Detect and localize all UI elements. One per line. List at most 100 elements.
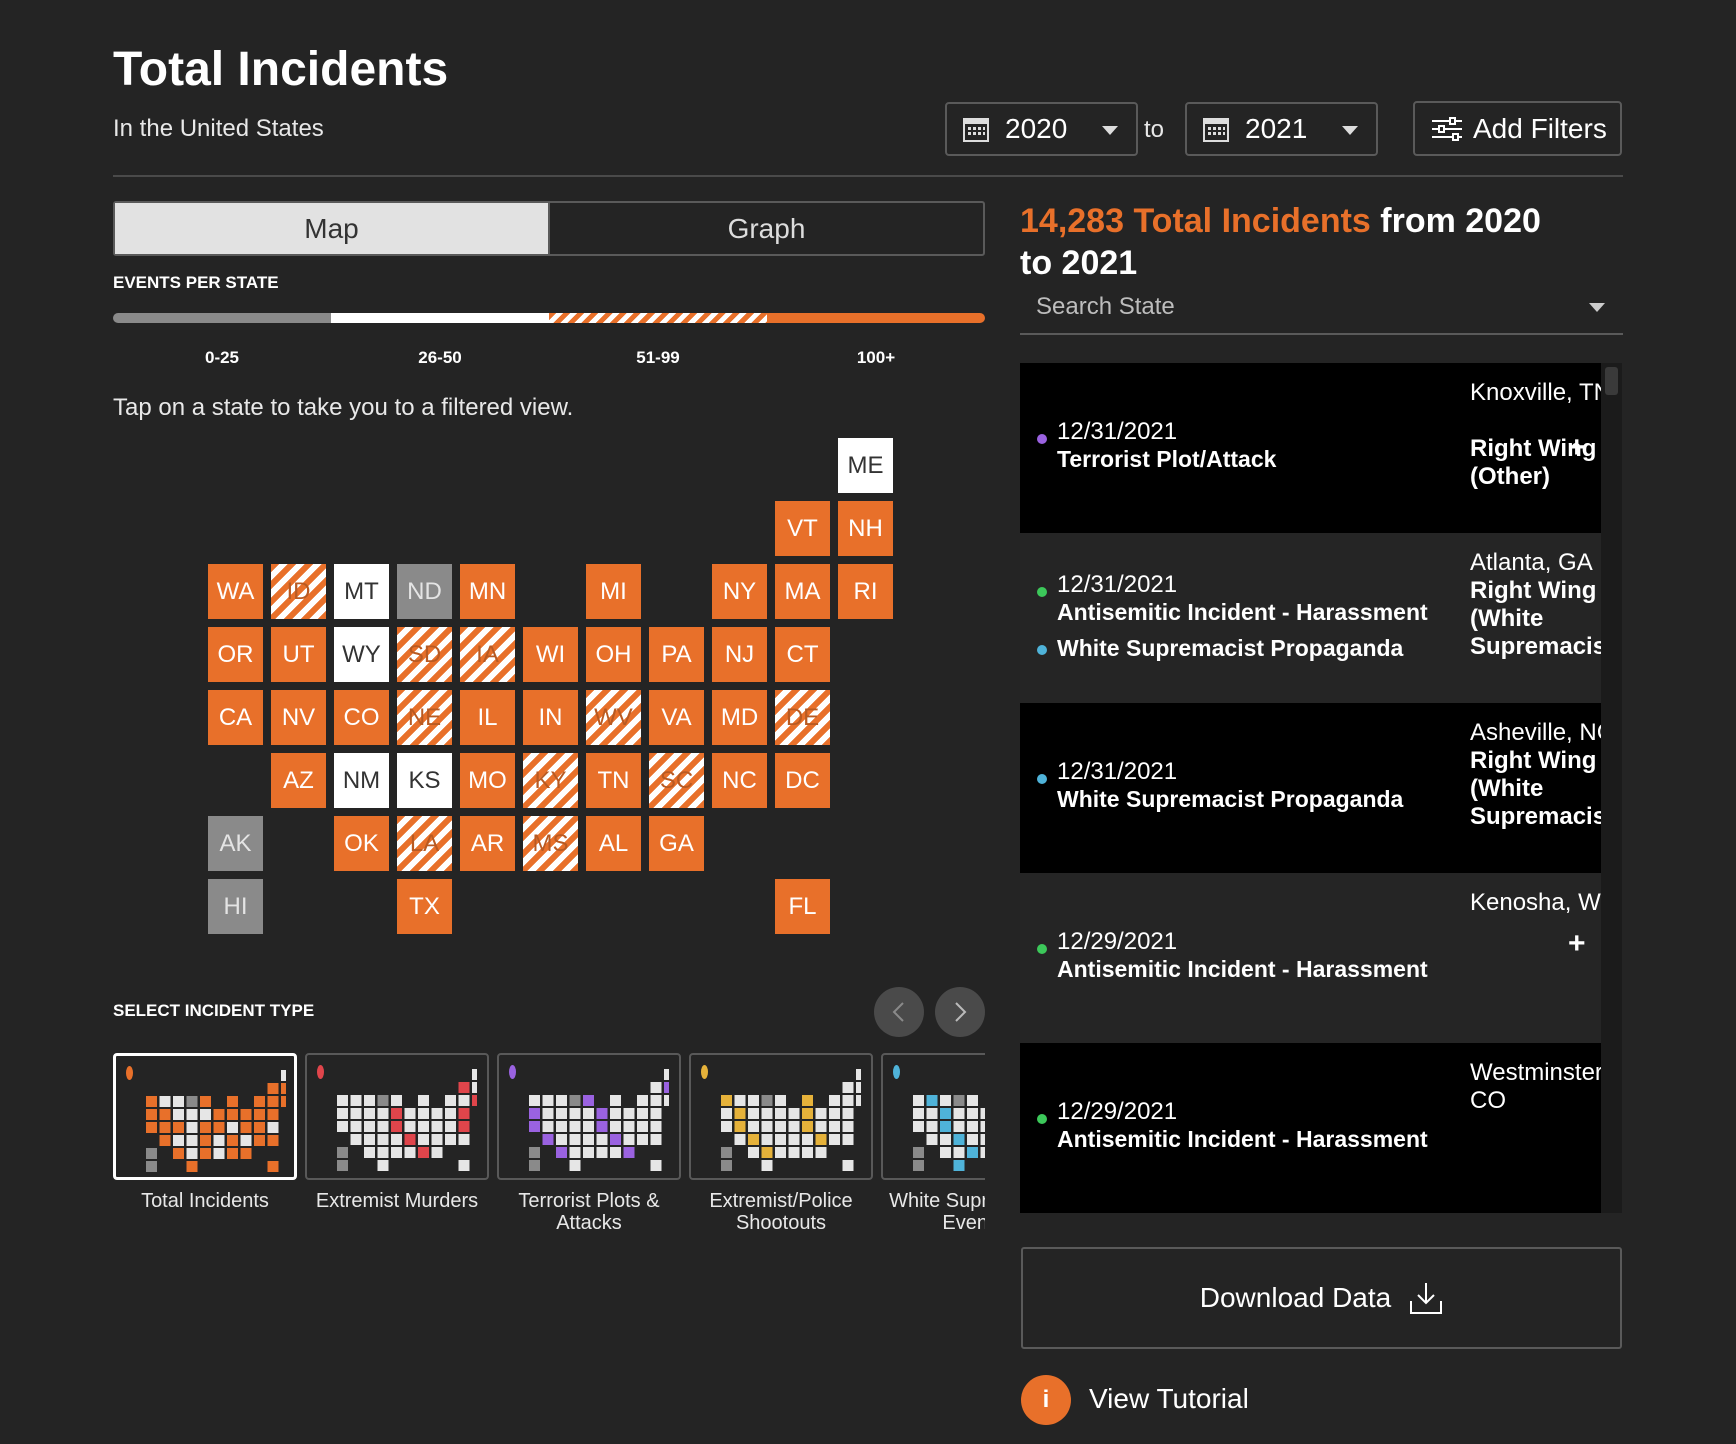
state-tile-wa[interactable]: WA — [208, 564, 263, 619]
type-color-dot — [509, 1065, 516, 1079]
summary-count: 14,283 Total Incidents — [1020, 202, 1371, 240]
state-tile-co[interactable]: CO — [334, 690, 389, 745]
incident-type-card[interactable] — [881, 1053, 985, 1180]
state-tile-ne[interactable]: NE — [397, 690, 452, 745]
state-tile-nm[interactable]: NM — [334, 753, 389, 808]
state-tile-wi[interactable]: WI — [523, 627, 578, 682]
expand-plus-icon[interactable]: + — [1568, 927, 1586, 961]
legend-swatch-100-plus — [767, 313, 985, 323]
incident-type-card[interactable] — [497, 1053, 681, 1180]
state-tile-nc[interactable]: NC — [712, 753, 767, 808]
type-color-dot — [701, 1065, 708, 1079]
chevron-left-icon — [892, 1002, 904, 1022]
state-tile-oh[interactable]: OH — [586, 627, 641, 682]
state-tile-nd[interactable]: ND — [397, 564, 452, 619]
state-tile-ri[interactable]: RI — [838, 564, 893, 619]
download-data-button[interactable]: Download Data — [1021, 1247, 1622, 1349]
list-item[interactable]: 12/31/2021 Terrorist Plot/Attack Knoxville… — [1020, 363, 1601, 533]
state-tile-az[interactable]: AZ — [271, 753, 326, 808]
state-tile-de[interactable]: DE — [775, 690, 830, 745]
state-tile-va[interactable]: VA — [649, 690, 704, 745]
mini-map-thumbnail — [913, 1095, 985, 1171]
map-hint: Tap on a state to take you to a filtered… — [113, 394, 574, 421]
state-tile-tx[interactable]: TX — [397, 879, 452, 934]
chevron-down-icon — [1342, 126, 1358, 135]
carousel-next-button[interactable] — [935, 987, 985, 1037]
state-tile-ct[interactable]: CT — [775, 627, 830, 682]
state-tile-nv[interactable]: NV — [271, 690, 326, 745]
incident-type-label[interactable]: Extremist Murders — [305, 1190, 489, 1212]
state-tile-ut[interactable]: UT — [271, 627, 326, 682]
state-tile-or[interactable]: OR — [208, 627, 263, 682]
page-subtitle: In the United States — [113, 115, 324, 142]
state-tile-sc[interactable]: SC — [649, 753, 704, 808]
incident-type-label[interactable]: Terrorist Plots & Attacks — [497, 1190, 681, 1234]
list-item[interactable]: 12/29/2021 Antisemitic Incident - Harassm… — [1020, 873, 1601, 1043]
state-tile-in[interactable]: IN — [523, 690, 578, 745]
incident-type-dot — [1037, 645, 1047, 655]
from-year-select[interactable]: 2020 — [945, 102, 1138, 156]
state-tile-mn[interactable]: MN — [460, 564, 515, 619]
state-tile-ms[interactable]: MS — [523, 816, 578, 871]
info-icon[interactable]: i — [1021, 1375, 1071, 1425]
state-tile-ak[interactable]: AK — [208, 816, 263, 871]
state-tile-tn[interactable]: TN — [586, 753, 641, 808]
state-tile-ia[interactable]: IA — [460, 627, 515, 682]
state-tile-nh[interactable]: NH — [838, 501, 893, 556]
state-tile-ar[interactable]: AR — [460, 816, 515, 871]
state-tile-ga[interactable]: GA — [649, 816, 704, 871]
incident-type-dot — [1037, 774, 1047, 784]
state-tile-mt[interactable]: MT — [334, 564, 389, 619]
incident-ideology: Right Wing (White Supremacist) — [1470, 577, 1601, 660]
add-filters-button[interactable]: Add Filters — [1413, 101, 1622, 156]
state-tile-al[interactable]: AL — [586, 816, 641, 871]
state-tile-wv[interactable]: WV — [586, 690, 641, 745]
state-tile-ks[interactable]: KS — [397, 753, 452, 808]
incident-type-card[interactable] — [689, 1053, 873, 1180]
state-tile-sd[interactable]: SD — [397, 627, 452, 682]
state-tile-wy[interactable]: WY — [334, 627, 389, 682]
tab-map[interactable]: Map — [115, 203, 548, 254]
carousel-prev-button[interactable] — [874, 987, 924, 1037]
state-tile-il[interactable]: IL — [460, 690, 515, 745]
view-toggle: Map Graph — [113, 201, 985, 256]
state-tile-la[interactable]: LA — [397, 816, 452, 871]
list-item[interactable]: 12/31/2021 White Supremacist Propaganda As… — [1020, 703, 1601, 873]
state-tile-hi[interactable]: HI — [208, 879, 263, 934]
state-tile-md[interactable]: MD — [712, 690, 767, 745]
state-tile-mi[interactable]: MI — [586, 564, 641, 619]
view-tutorial-link[interactable]: View Tutorial — [1089, 1383, 1249, 1415]
search-state-placeholder: Search State — [1036, 293, 1175, 320]
list-scrollbar[interactable] — [1601, 363, 1622, 1213]
scrollbar-thumb[interactable] — [1605, 367, 1618, 395]
state-tile-dc[interactable]: DC — [775, 753, 830, 808]
state-tile-pa[interactable]: PA — [649, 627, 704, 682]
state-tile-ok[interactable]: OK — [334, 816, 389, 871]
download-data-label: Download Data — [1199, 1282, 1392, 1313]
incident-type-card[interactable] — [305, 1053, 489, 1180]
expand-plus-icon[interactable]: + — [1568, 431, 1586, 465]
tab-graph[interactable]: Graph — [548, 203, 983, 254]
state-tile-id[interactable]: ID — [271, 564, 326, 619]
state-tile-ny[interactable]: NY — [712, 564, 767, 619]
state-tile-mo[interactable]: MO — [460, 753, 515, 808]
incident-type-dot — [1037, 587, 1047, 597]
list-item[interactable]: 12/31/2021 Antisemitic Incident - Harassm… — [1020, 533, 1601, 703]
incident-type-label[interactable]: White Supremacist Events — [881, 1190, 985, 1234]
state-tile-me[interactable]: ME — [838, 438, 893, 493]
incident-ideology: Right Wing (White Supremacist) — [1470, 747, 1601, 830]
state-tile-fl[interactable]: FL — [775, 879, 830, 934]
incident-summary: 14,283 Total Incidents from 2020 to 2021 — [1020, 200, 1580, 284]
state-tile-ca[interactable]: CA — [208, 690, 263, 745]
state-tile-ky[interactable]: KY — [523, 753, 578, 808]
search-state-select[interactable]: Search State — [1020, 285, 1623, 335]
state-tile-nj[interactable]: NJ — [712, 627, 767, 682]
incident-type-card[interactable] — [113, 1053, 297, 1180]
state-tile-vt[interactable]: VT — [775, 501, 830, 556]
to-year-select[interactable]: 2021 — [1185, 102, 1378, 156]
incident-list[interactable]: 12/29/2021 Antisemitic Incident - Harassm… — [1020, 363, 1622, 1213]
state-tile-ma[interactable]: MA — [775, 564, 830, 619]
incident-type-label[interactable]: Total Incidents — [113, 1190, 297, 1212]
list-item[interactable]: 12/29/2021 Antisemitic Incident - Harassm… — [1020, 1043, 1601, 1213]
incident-type-label[interactable]: Extremist/Police Shootouts — [689, 1190, 873, 1234]
